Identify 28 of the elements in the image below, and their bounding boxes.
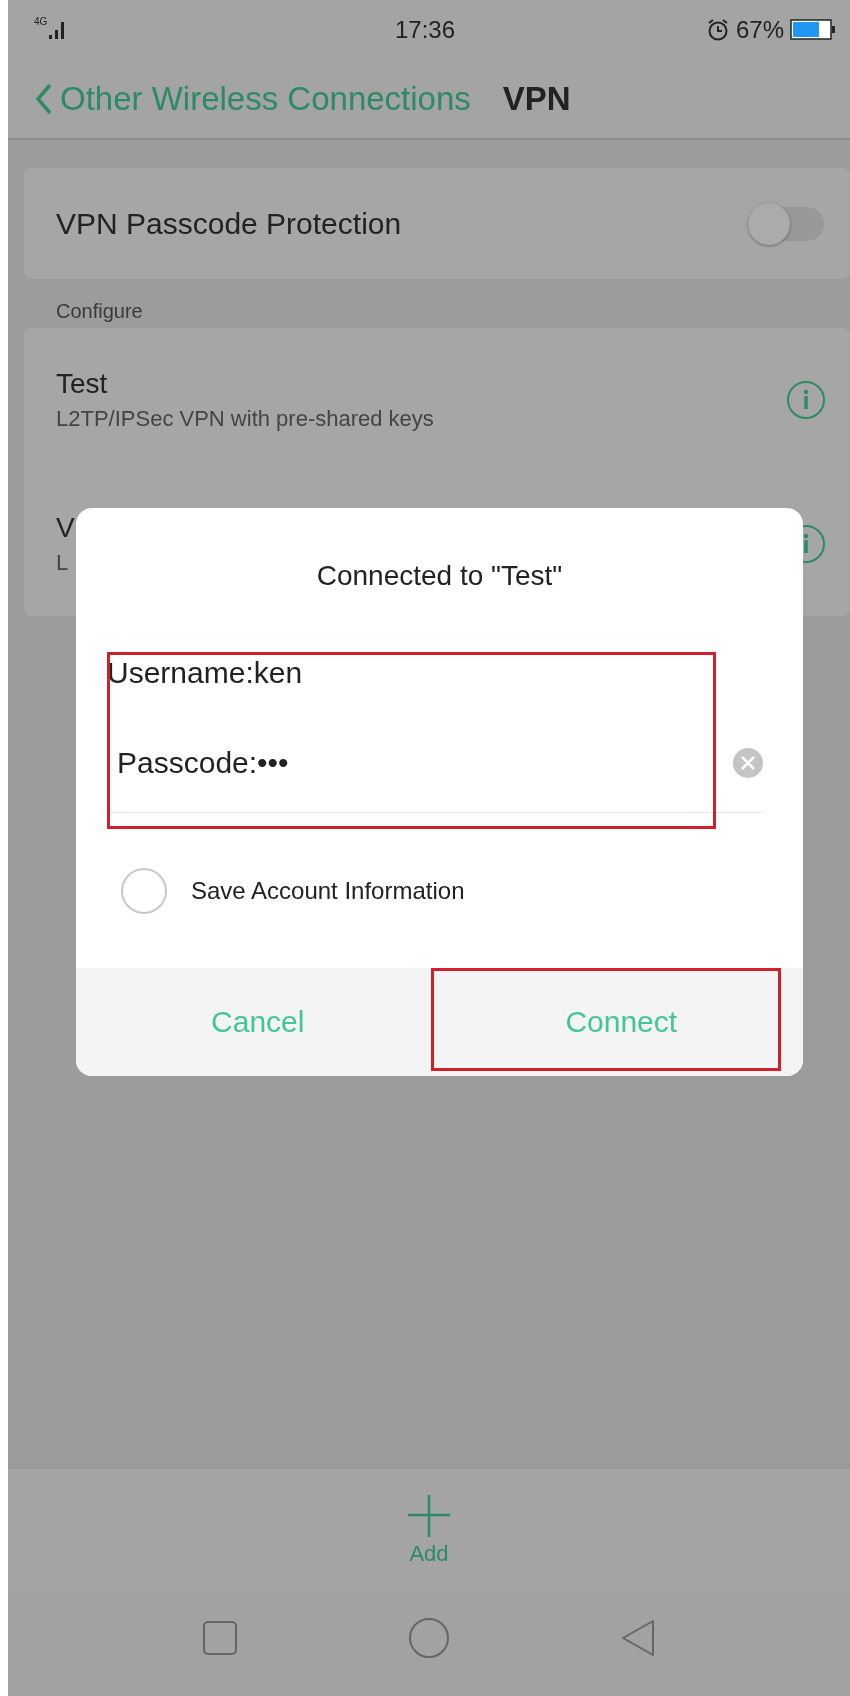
connect-button[interactable]: Connect (439, 968, 803, 1076)
battery-percent: 67% (735, 16, 784, 44)
circle-icon[interactable] (408, 1617, 450, 1659)
network-label: 4G (34, 16, 48, 27)
back-button[interactable]: Other Wireless Connections (34, 80, 471, 118)
profile-name: V (56, 512, 75, 544)
add-button[interactable]: Add (407, 1492, 451, 1567)
back-triangle-icon[interactable] (620, 1619, 656, 1657)
save-account-label: Save Account Information (191, 876, 465, 905)
clock-time: 17:36 (393, 16, 457, 44)
profile-type: L2TP/IPSec VPN with pre-shared keys (56, 406, 434, 432)
dialog-title: Connected to "Test" (316, 559, 563, 592)
page-title: VPN (502, 80, 571, 118)
section-label: Configure (55, 299, 144, 324)
clear-icon[interactable] (733, 747, 763, 778)
signal-icon (49, 20, 66, 40)
plus-icon (407, 1492, 451, 1537)
radio-button[interactable] (121, 867, 167, 914)
setting-label: VPN Passcode Protection (56, 206, 402, 241)
chevron-left-icon (34, 82, 54, 116)
username-field[interactable]: Username:ken (107, 623, 763, 723)
info-icon[interactable] (786, 380, 826, 420)
battery-icon (790, 19, 836, 41)
cancel-button[interactable]: Cancel (76, 968, 440, 1076)
profile-name: Test (56, 368, 109, 400)
profile-type: L (56, 550, 70, 576)
square-icon[interactable] (202, 1620, 238, 1656)
passcode-field[interactable]: Passcode:••• (107, 723, 763, 813)
